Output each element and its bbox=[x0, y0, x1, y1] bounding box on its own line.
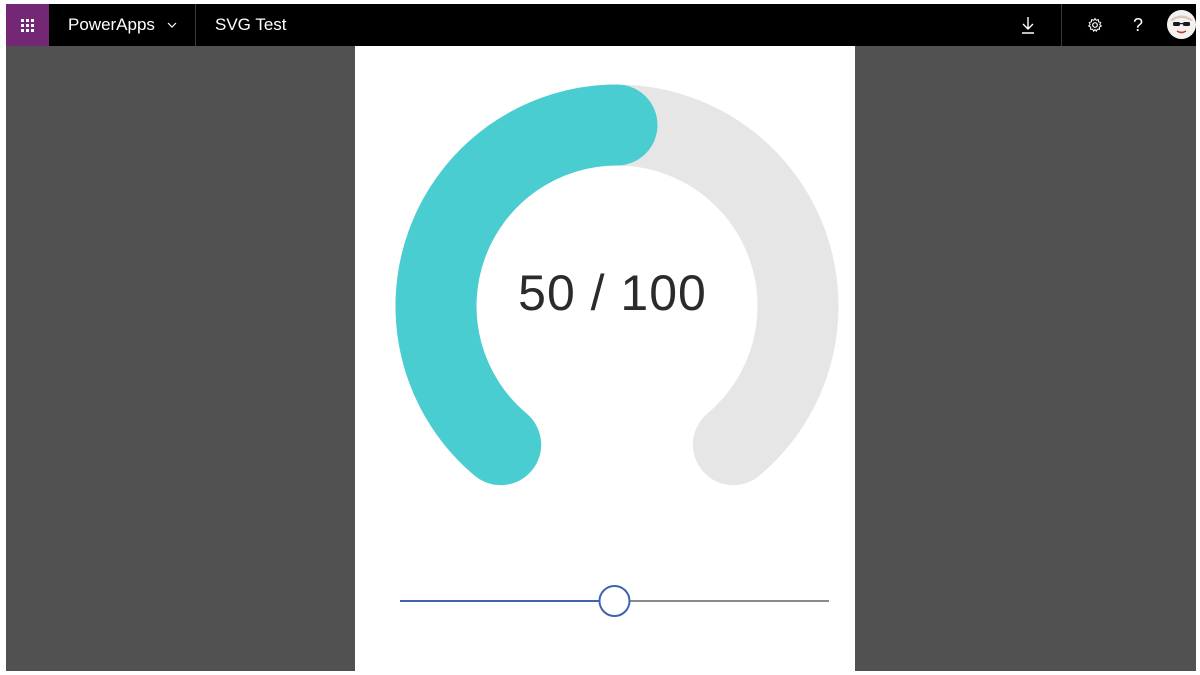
help-button[interactable]: ? bbox=[1128, 4, 1148, 46]
download-icon bbox=[1022, 17, 1034, 34]
document-title: SVG Test bbox=[215, 15, 287, 34]
waffle-icon bbox=[21, 18, 34, 32]
app-canvas: 50 / 100 bbox=[355, 46, 855, 671]
settings-button[interactable] bbox=[1084, 4, 1106, 46]
avatar[interactable] bbox=[1167, 10, 1196, 39]
avatar-image bbox=[1167, 10, 1196, 39]
help-icon: ? bbox=[1132, 14, 1143, 35]
app-window: PowerApps SVG Test ? 50 / 100 bbox=[6, 4, 1196, 671]
toolbar-divider bbox=[1061, 4, 1062, 46]
app-name-label: PowerApps bbox=[68, 15, 155, 34]
app-launcher-button[interactable] bbox=[6, 4, 49, 46]
gear-icon bbox=[1087, 17, 1103, 33]
download-button[interactable] bbox=[1016, 4, 1040, 46]
chevron-down-icon bbox=[167, 20, 177, 30]
slider-thumb[interactable] bbox=[598, 585, 631, 617]
value-slider[interactable] bbox=[393, 584, 831, 618]
app-switcher[interactable]: PowerApps bbox=[49, 4, 196, 46]
gauge-value-label: 50 / 100 bbox=[518, 265, 707, 321]
top-bar: PowerApps SVG Test ? bbox=[6, 4, 1196, 46]
